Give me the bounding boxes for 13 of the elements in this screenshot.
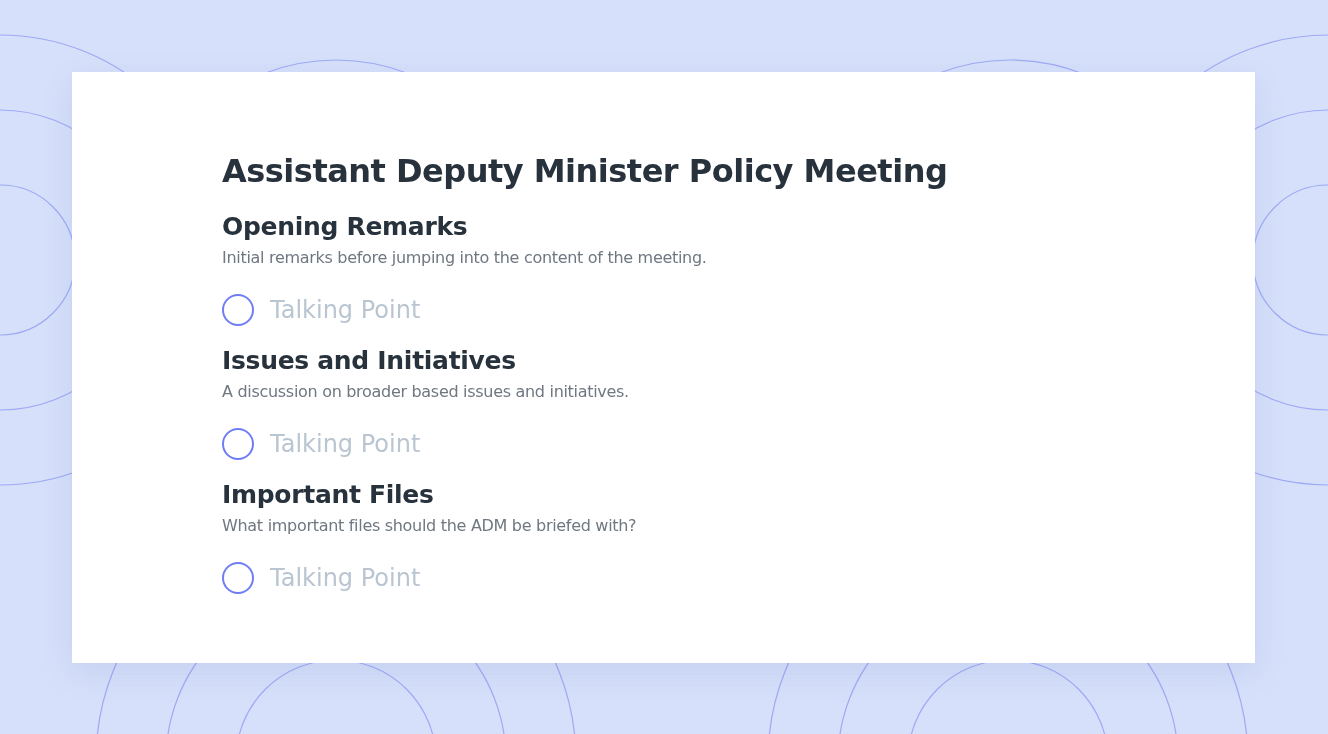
section-description: Initial remarks before jumping into the content of the meeting. xyxy=(222,247,708,270)
talking-point-field[interactable]: Talking Point xyxy=(270,426,570,463)
talking-point-field[interactable]: Talking Point xyxy=(270,560,570,597)
checkbox-circle[interactable] xyxy=(222,294,254,327)
section-heading: Important Files xyxy=(222,480,435,511)
checkbox-circle[interactable] xyxy=(222,428,254,461)
section-heading: Issues and Initiatives xyxy=(222,346,517,377)
section-description: What important files should the ADM be briefed with? xyxy=(222,515,638,538)
talking-point-field[interactable]: Talking Point xyxy=(270,292,570,329)
section-description: A discussion on broader based issues and initiatives. xyxy=(222,381,630,404)
section-heading: Opening Remarks xyxy=(222,212,469,243)
document-title: Assistant Deputy Minister Policy Meeting xyxy=(222,152,949,191)
checkbox-circle[interactable] xyxy=(222,562,254,595)
